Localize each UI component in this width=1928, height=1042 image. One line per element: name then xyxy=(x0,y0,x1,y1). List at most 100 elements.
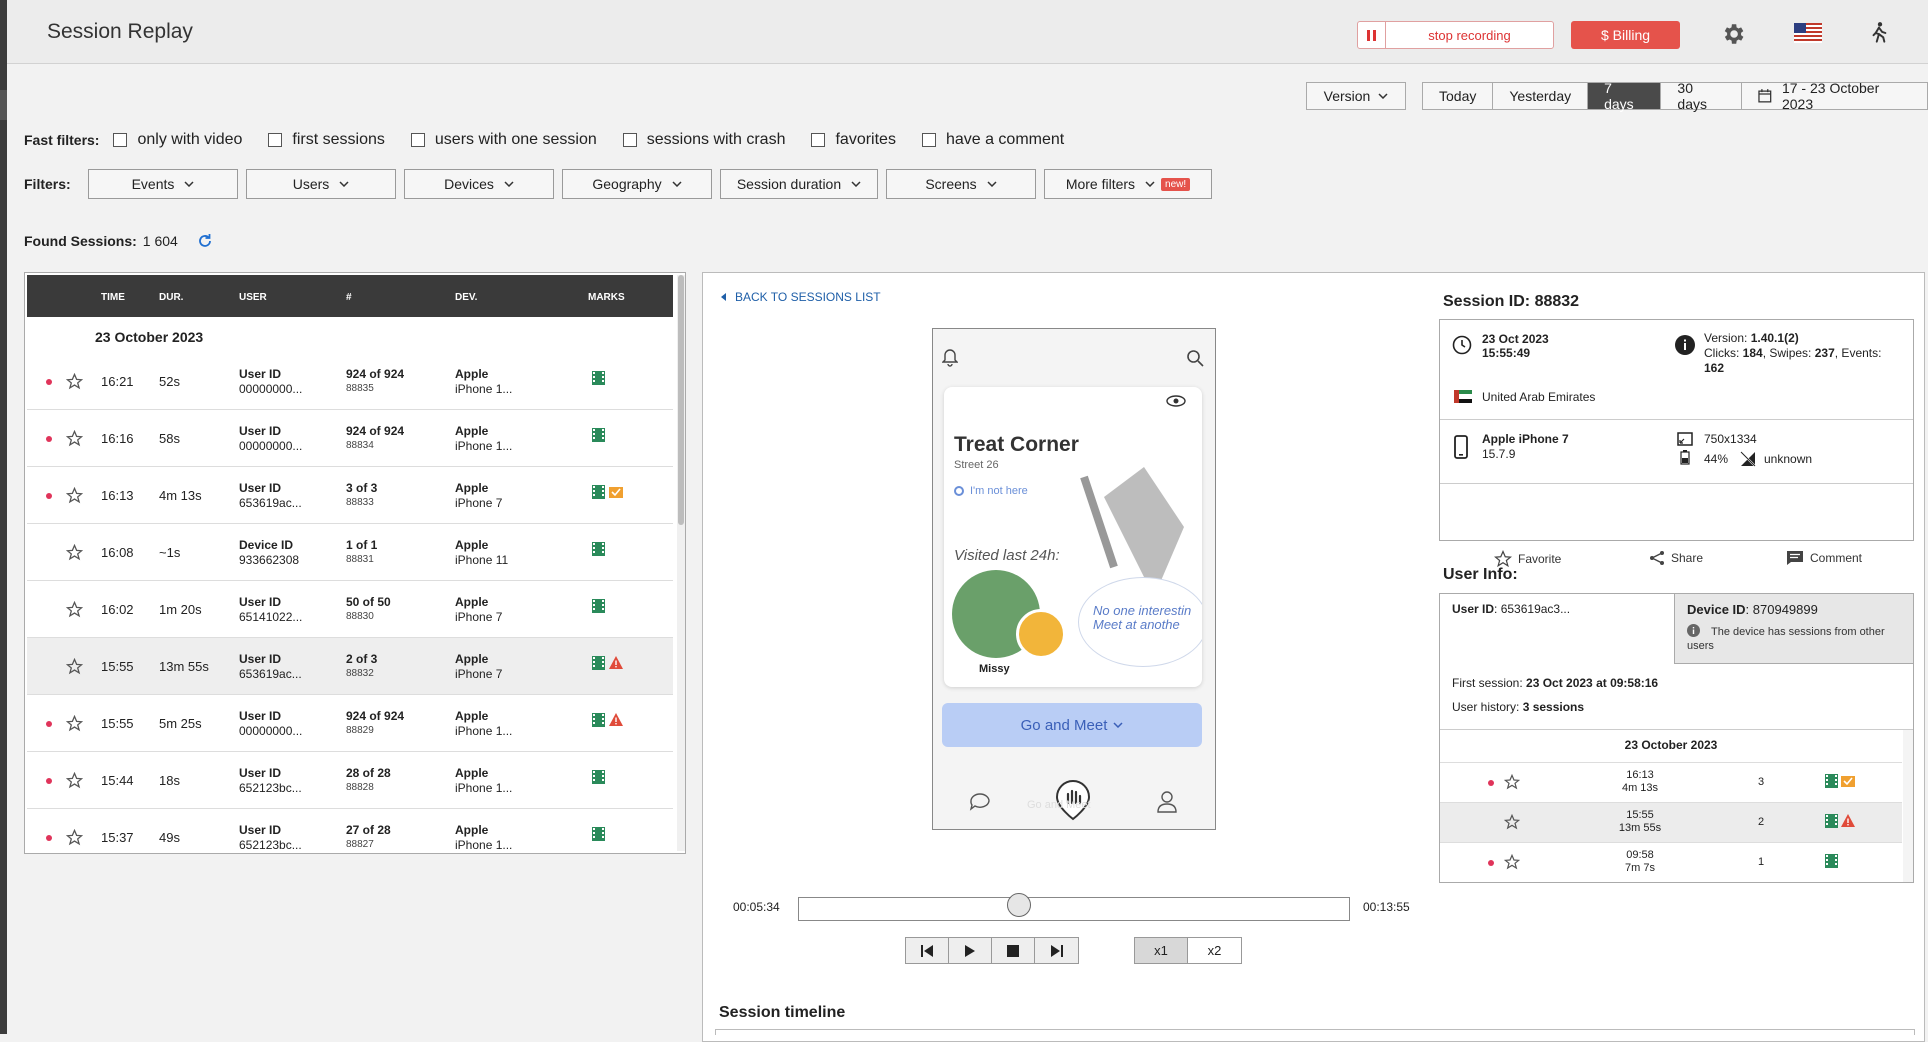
replay-screen[interactable]: Treat Corner Street 26 I'm not here Visi… xyxy=(932,328,1216,830)
favorite-star-button[interactable] xyxy=(65,657,84,675)
row-session-id: 88832 xyxy=(346,668,374,679)
play-button[interactable] xyxy=(949,938,992,963)
row-session-id: 88830 xyxy=(346,611,374,622)
table-row[interactable]: 15:44 18s User ID 652123bc... 28 of 28 88828 A… xyxy=(27,752,673,809)
filter-session-duration-dropdown[interactable]: Session duration xyxy=(720,169,878,199)
history-duration: 13m 55s xyxy=(1618,822,1662,834)
range-7-days[interactable]: 7 days xyxy=(1588,80,1662,112)
history-row[interactable]: 15:55 13m 55s 2 xyxy=(1440,802,1902,842)
filter-first-sessions[interactable]: first sessions xyxy=(268,131,385,149)
back-to-sessions-link[interactable]: BACK TO SESSIONS LIST xyxy=(721,290,881,304)
history-scrollbar[interactable] xyxy=(1903,730,1913,882)
comment-button[interactable]: Comment xyxy=(1786,550,1862,566)
visited-label: Visited last 24h: xyxy=(954,547,1060,564)
table-scrollbar[interactable] xyxy=(677,275,685,851)
favorite-star-button[interactable] xyxy=(65,828,84,846)
date-picker-button[interactable]: 17 - 23 October 2023 xyxy=(1742,80,1927,112)
table-row[interactable]: 15:55 5m 25s User ID 00000000... 924 of 924 8… xyxy=(27,695,673,752)
filter-favorites[interactable]: favorites xyxy=(811,131,896,149)
favorite-star-button[interactable] xyxy=(65,600,84,618)
filter-geography-dropdown[interactable]: Geography xyxy=(562,169,712,199)
filter-screens-dropdown[interactable]: Screens xyxy=(886,169,1036,199)
filter-events-dropdown[interactable]: Events xyxy=(88,169,238,199)
row-duration: 1m 20s xyxy=(159,602,202,617)
favorite-star-button[interactable] xyxy=(65,486,84,504)
stop-recording-button[interactable]: stop recording xyxy=(1357,21,1554,49)
crash-warning-icon xyxy=(609,713,623,726)
skip-forward-button[interactable] xyxy=(1035,938,1078,963)
phone-tabbar: Go and Meet xyxy=(933,759,1215,829)
history-number: 1 xyxy=(1758,856,1765,868)
bell-icon xyxy=(942,349,958,367)
pause-icon[interactable] xyxy=(1358,22,1386,48)
range-yesterday[interactable]: Yesterday xyxy=(1493,83,1589,109)
favorite-star-button[interactable] xyxy=(65,372,84,390)
row-user-label: User ID xyxy=(239,823,282,837)
skip-back-button[interactable] xyxy=(906,938,949,963)
speed-x2-button[interactable]: x2 xyxy=(1188,938,1241,963)
progress-knob[interactable] xyxy=(1006,893,1031,917)
favorite-star-button[interactable] xyxy=(65,714,84,732)
table-row[interactable]: 15:37 49s User ID 652123bc... 27 of 28 88827 A… xyxy=(27,809,673,853)
billing-button[interactable]: $ Billing xyxy=(1571,21,1680,49)
filter-users-one-session[interactable]: users with one session xyxy=(410,131,597,149)
history-time: 15:55 xyxy=(1626,809,1654,821)
filter-have-comment[interactable]: have a comment xyxy=(921,131,1064,149)
progress-track[interactable] xyxy=(798,897,1350,921)
checkbox[interactable] xyxy=(921,133,936,147)
gear-icon[interactable] xyxy=(1720,21,1746,47)
row-user-label: User ID xyxy=(239,595,282,609)
col-time[interactable]: TIME xyxy=(101,292,125,303)
session-timeline xyxy=(715,1029,1915,1035)
col-number[interactable]: # xyxy=(346,292,352,303)
row-session-number: 27 of 28 xyxy=(346,823,391,837)
row-user-label: Device ID xyxy=(239,538,294,552)
history-row[interactable]: 09:58 7m 7s 1 xyxy=(1440,842,1902,882)
favorite-star-button[interactable] xyxy=(1503,813,1521,833)
filter-users-dropdown[interactable]: Users xyxy=(246,169,396,199)
table-row[interactable]: 16:13 4m 13s User ID 653619ac... 3 of 3 88833… xyxy=(27,467,673,524)
range-30-days[interactable]: 30 days xyxy=(1661,80,1743,112)
filter-only-with-video[interactable]: only with video xyxy=(113,131,242,149)
checkbox[interactable] xyxy=(622,133,637,147)
found-count: 1 604 xyxy=(142,233,178,249)
col-marks[interactable]: MARKS xyxy=(588,292,625,303)
favorite-star-button[interactable] xyxy=(65,429,84,447)
favorite-star-button[interactable] xyxy=(1503,853,1521,873)
range-today[interactable]: Today xyxy=(1423,83,1494,109)
accessibility-walker-icon[interactable] xyxy=(1867,20,1893,46)
more-filters-dropdown[interactable]: More filters new! xyxy=(1044,169,1212,199)
found-sessions: Found Sessions: 1 604 xyxy=(24,232,214,250)
checkbox[interactable] xyxy=(268,133,283,147)
date-range-label: 17 - 23 October 2023 xyxy=(1781,80,1880,112)
col-user[interactable]: USER xyxy=(239,292,267,303)
row-session-number: 924 of 924 xyxy=(346,424,405,438)
table-row[interactable]: 16:02 1m 20s User ID 65141022... 50 of 50 888… xyxy=(27,581,673,638)
checkbox[interactable] xyxy=(410,133,425,147)
share-button[interactable]: Share xyxy=(1649,550,1703,566)
col-device[interactable]: DEV. xyxy=(455,292,477,303)
filter-devices-dropdown[interactable]: Devices xyxy=(404,169,554,199)
col-duration[interactable]: DUR. xyxy=(159,292,183,303)
us-flag-icon[interactable] xyxy=(1794,23,1822,43)
filter-sessions-with-crash[interactable]: sessions with crash xyxy=(622,131,785,149)
speed-selector: x1 x2 xyxy=(1134,937,1242,964)
checkbox[interactable] xyxy=(113,133,128,147)
row-marks xyxy=(592,656,623,670)
device-name: Apple iPhone 7 xyxy=(1482,432,1569,446)
speed-x1-button[interactable]: x1 xyxy=(1135,938,1188,963)
favorite-star-button[interactable] xyxy=(1503,773,1521,793)
favorite-star-button[interactable] xyxy=(65,543,84,561)
table-row[interactable]: 16:08 ~1s Device ID 933662308 1 of 1 88831 App… xyxy=(27,524,673,581)
version-dropdown[interactable]: Version xyxy=(1306,82,1406,110)
row-device-model: iPhone 1... xyxy=(455,724,513,738)
favorite-star-button[interactable] xyxy=(65,771,84,789)
stop-button[interactable] xyxy=(992,938,1035,963)
row-duration: 4m 13s xyxy=(159,488,202,503)
refresh-icon[interactable] xyxy=(196,232,214,250)
checkbox[interactable] xyxy=(811,133,826,147)
table-row[interactable]: 15:55 13m 55s User ID 653619ac... 2 of 3 8883… xyxy=(27,638,673,695)
history-row[interactable]: 16:13 4m 13s 3 xyxy=(1440,762,1902,802)
table-row[interactable]: 16:21 52s User ID 00000000... 924 of 924 8883… xyxy=(27,353,673,410)
table-row[interactable]: 16:16 58s User ID 00000000... 924 of 924 8883… xyxy=(27,410,673,467)
